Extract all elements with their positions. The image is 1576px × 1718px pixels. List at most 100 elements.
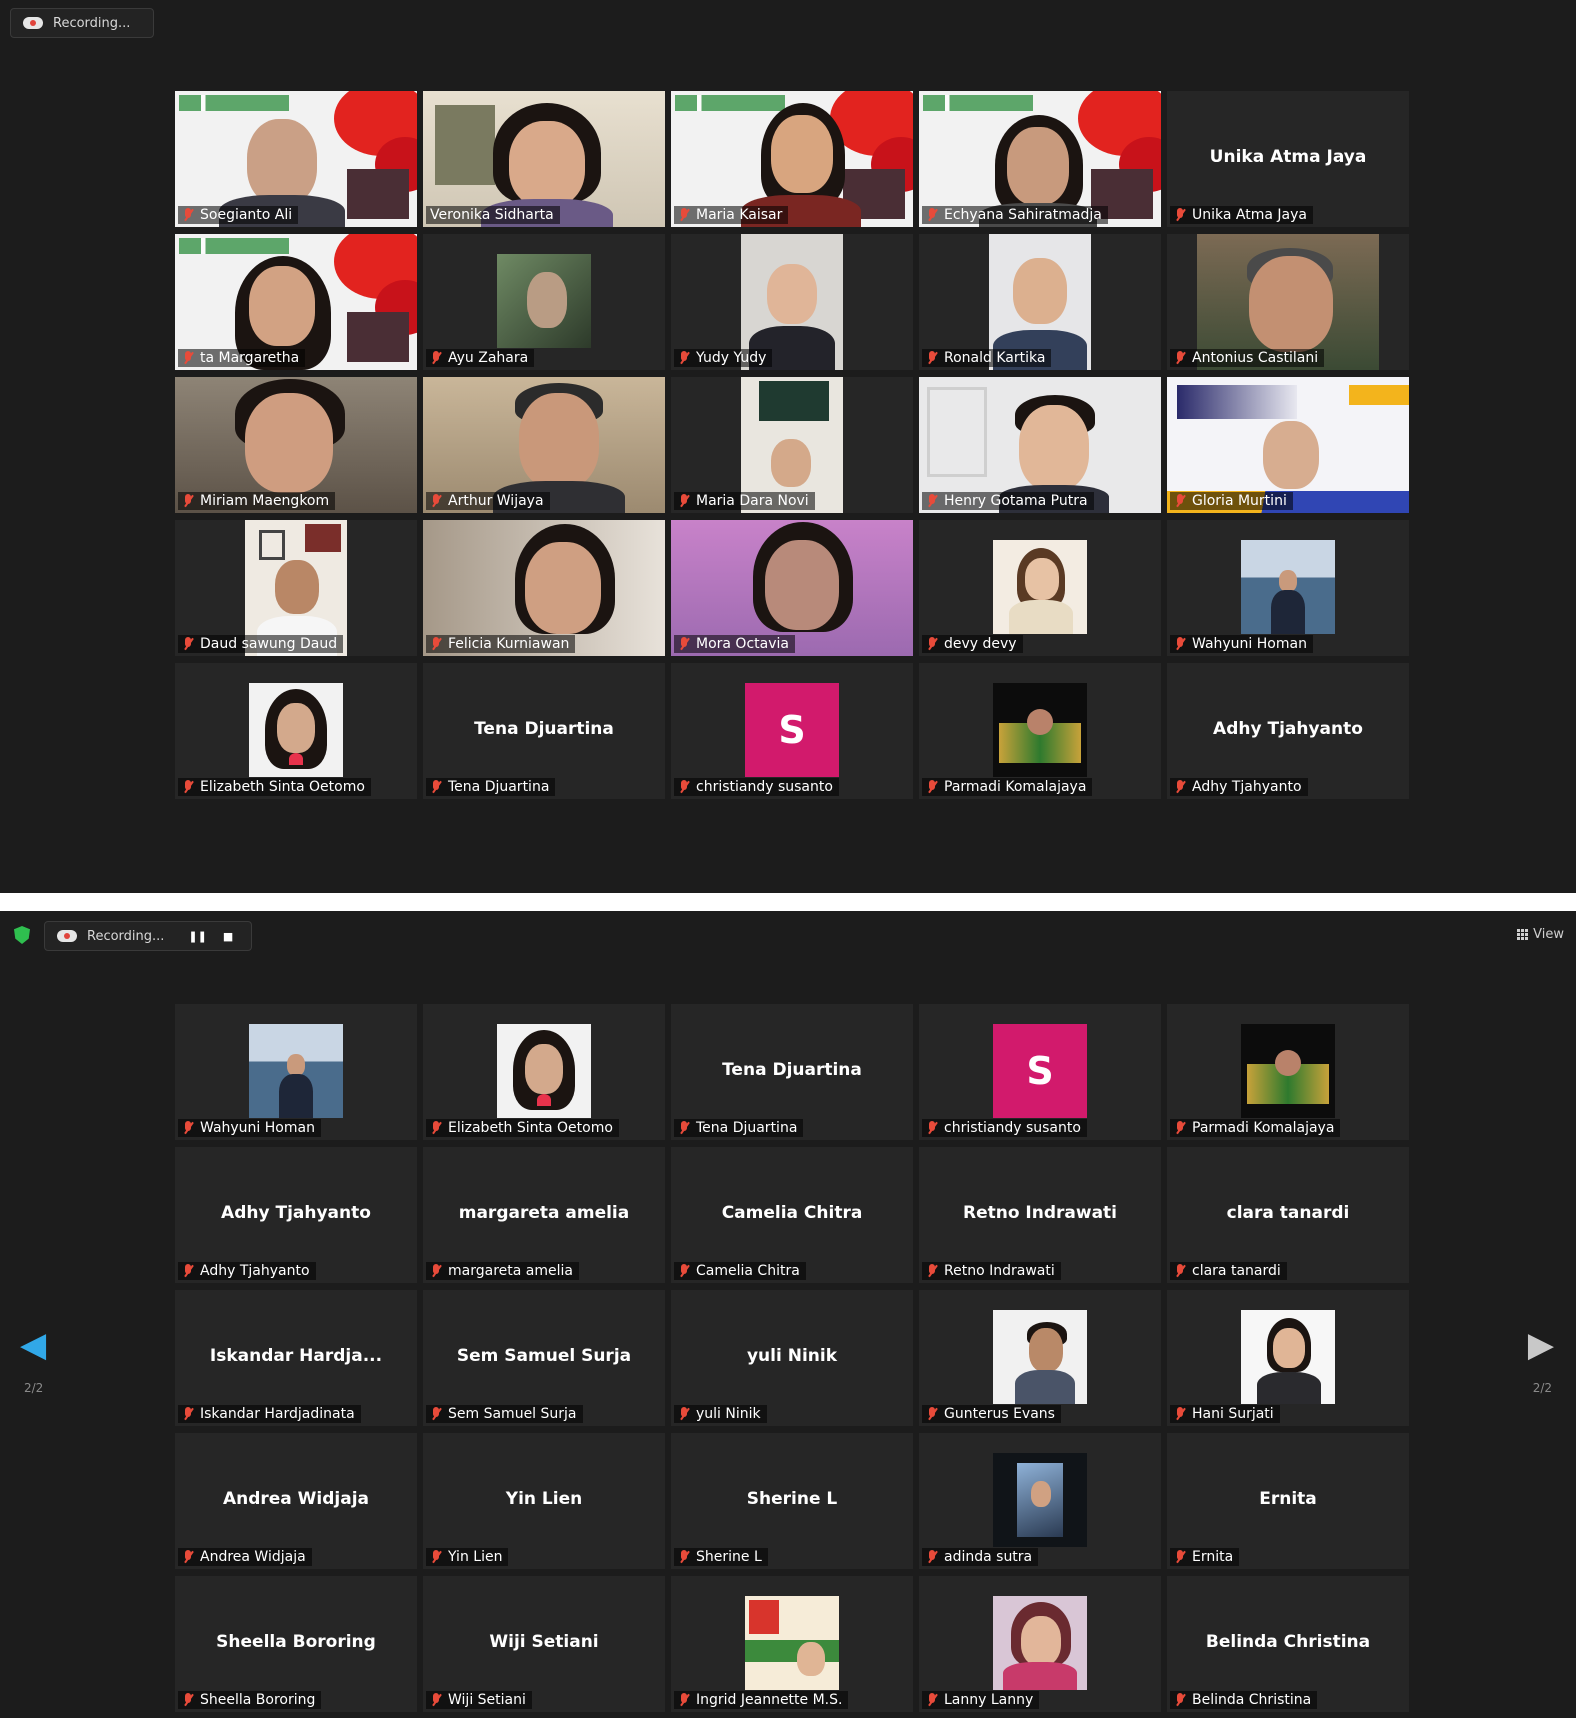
muted-mic-icon (430, 780, 442, 794)
participant-name-label: Henry Gotama Putra (922, 492, 1094, 510)
participant-tile[interactable]: S christiandy susanto (919, 1004, 1161, 1140)
participant-name-label: yuli Ninik (674, 1405, 767, 1423)
participant-tile[interactable]: Iskandar Hardja... Iskandar Hardjadinata (175, 1290, 417, 1426)
participant-name-label: Belinda Christina (1170, 1691, 1318, 1709)
participant-name-label: Lanny Lanny (922, 1691, 1040, 1709)
participant-name-label: Mora Octavia (674, 635, 795, 653)
participant-tile[interactable]: Mora Octavia (671, 520, 913, 656)
participant-tile[interactable]: Wahyuni Homan (1167, 520, 1409, 656)
participant-tile[interactable]: S christiandy susanto (671, 663, 913, 799)
participant-tile[interactable]: yuli Ninik yuli Ninik (671, 1290, 913, 1426)
participant-tile[interactable]: Sherine L Sherine L (671, 1433, 913, 1569)
participant-tile[interactable]: Daud sawung Daud (175, 520, 417, 656)
participant-tile[interactable]: Unika Atma Jaya Unika Atma Jaya (1167, 91, 1409, 227)
previous-page-arrow-icon[interactable]: ◀ (20, 1325, 46, 1365)
recording-label: Recording... (87, 928, 165, 944)
next-page-arrow-icon[interactable]: ▶ (1528, 1325, 1554, 1365)
participant-tile[interactable]: Ronald Kartika (919, 234, 1161, 370)
participant-tile[interactable]: Gloria Murtini (1167, 377, 1409, 513)
participant-tile[interactable]: Henry Gotama Putra (919, 377, 1161, 513)
participant-name-label: Adhy Tjahyanto (178, 1262, 316, 1280)
muted-mic-icon (182, 208, 194, 222)
participant-name-label: Ernita (1170, 1548, 1240, 1566)
muted-mic-icon (430, 1550, 442, 1564)
participant-tile[interactable]: Retno Indrawati Retno Indrawati (919, 1147, 1161, 1283)
muted-mic-icon (926, 780, 938, 794)
participant-tile[interactable]: Yudy Yudy (671, 234, 913, 370)
participant-photo (249, 1024, 343, 1118)
muted-mic-icon (1174, 208, 1186, 222)
participant-tile[interactable]: Ernita Ernita (1167, 1433, 1409, 1569)
participant-tile[interactable]: margareta amelia margareta amelia (423, 1147, 665, 1283)
muted-mic-icon (430, 1121, 442, 1135)
participant-name-label: Tena Djuartina (674, 1119, 804, 1137)
participant-tile[interactable]: Tena Djuartina Tena Djuartina (671, 1004, 913, 1140)
participant-tile[interactable]: Sheella Bororing Sheella Bororing (175, 1576, 417, 1712)
muted-mic-icon (182, 351, 194, 365)
participant-display-name: Adhy Tjahyanto (221, 1203, 371, 1223)
participant-tile[interactable]: Soegianto Ali (175, 91, 417, 227)
participant-name-label: Sherine L (674, 1548, 768, 1566)
participant-tile[interactable]: Belinda Christina Belinda Christina (1167, 1576, 1409, 1712)
muted-mic-icon (430, 1264, 442, 1278)
participant-tile[interactable]: Tena Djuartina Tena Djuartina (423, 663, 665, 799)
encryption-shield-icon[interactable] (14, 926, 30, 944)
participant-tile[interactable]: Ayu Zahara (423, 234, 665, 370)
page-indicator-left: 2/2 (24, 1381, 44, 1395)
muted-mic-icon (926, 637, 938, 651)
participant-tile[interactable]: Hani Surjati (1167, 1290, 1409, 1426)
participant-tile[interactable]: Parmadi Komalajaya (919, 663, 1161, 799)
participant-tile[interactable]: Parmadi Komalajaya (1167, 1004, 1409, 1140)
participant-tile[interactable]: Yin Lien Yin Lien (423, 1433, 665, 1569)
muted-mic-icon (1174, 494, 1186, 508)
muted-mic-icon (926, 208, 938, 222)
recording-indicator[interactable]: Recording... (10, 8, 154, 38)
participant-display-name: Tena Djuartina (474, 719, 614, 739)
participant-tile[interactable]: Elizabeth Sinta Oetomo (423, 1004, 665, 1140)
participant-tile[interactable]: Maria Kaisar (671, 91, 913, 227)
participant-tile[interactable]: Echyana Sahiratmadja (919, 91, 1161, 227)
participant-name-label: adinda sutra (922, 1548, 1039, 1566)
participant-tile[interactable]: Andrea Widjaja Andrea Widjaja (175, 1433, 417, 1569)
participant-tile[interactable]: Wahyuni Homan (175, 1004, 417, 1140)
participant-tile[interactable]: Wiji Setiani Wiji Setiani (423, 1576, 665, 1712)
participant-display-name: Camelia Chitra (721, 1203, 863, 1223)
participant-tile[interactable]: Sem Samuel Surja Sem Samuel Surja (423, 1290, 665, 1426)
participant-tile[interactable]: Maria Dara Novi (671, 377, 913, 513)
muted-mic-icon (430, 637, 442, 651)
participant-name-label: Wiji Setiani (426, 1691, 532, 1709)
participant-name-label: devy devy (922, 635, 1023, 653)
participant-tile[interactable]: Elizabeth Sinta Oetomo (175, 663, 417, 799)
muted-mic-icon (678, 1407, 690, 1421)
muted-mic-icon (1174, 1121, 1186, 1135)
participant-name-label: Ronald Kartika (922, 349, 1052, 367)
participant-tile[interactable]: Miriam Maengkom (175, 377, 417, 513)
participant-photo (497, 1024, 591, 1118)
participant-name-label: ta Margaretha (178, 349, 306, 367)
muted-mic-icon (182, 1121, 194, 1135)
participant-tile[interactable]: devy devy (919, 520, 1161, 656)
participant-tile[interactable]: ta Margaretha (175, 234, 417, 370)
participant-tile[interactable]: Adhy Tjahyanto Adhy Tjahyanto (1167, 663, 1409, 799)
participant-tile[interactable]: Adhy Tjahyanto Adhy Tjahyanto (175, 1147, 417, 1283)
participant-tile[interactable]: Gunterus Evans (919, 1290, 1161, 1426)
participant-tile[interactable]: Felicia Kurniawan (423, 520, 665, 656)
participant-tile[interactable]: clara tanardi clara tanardi (1167, 1147, 1409, 1283)
muted-mic-icon (182, 1693, 194, 1707)
participant-name-label: Iskandar Hardjadinata (178, 1405, 361, 1423)
participant-tile[interactable]: adinda sutra (919, 1433, 1161, 1569)
muted-mic-icon (926, 351, 938, 365)
stop-recording-button[interactable]: ■ (223, 930, 233, 943)
pause-recording-button[interactable]: ❚❚ (188, 930, 206, 943)
participant-tile[interactable]: Camelia Chitra Camelia Chitra (671, 1147, 913, 1283)
participant-tile[interactable]: Arthur Wijaya (423, 377, 665, 513)
participant-tile[interactable]: Lanny Lanny (919, 1576, 1161, 1712)
view-button[interactable]: View (1517, 927, 1564, 942)
participant-name-label: Andrea Widjaja (178, 1548, 312, 1566)
participant-name-label: Soegianto Ali (178, 206, 299, 224)
participant-tile-active-speaker[interactable]: Veronika Sidharta (423, 91, 665, 227)
participant-tile[interactable]: Antonius Castilani (1167, 234, 1409, 370)
participant-tile[interactable]: Ingrid Jeannette M.S. (671, 1576, 913, 1712)
muted-mic-icon (678, 1264, 690, 1278)
participant-photo (745, 1596, 839, 1690)
